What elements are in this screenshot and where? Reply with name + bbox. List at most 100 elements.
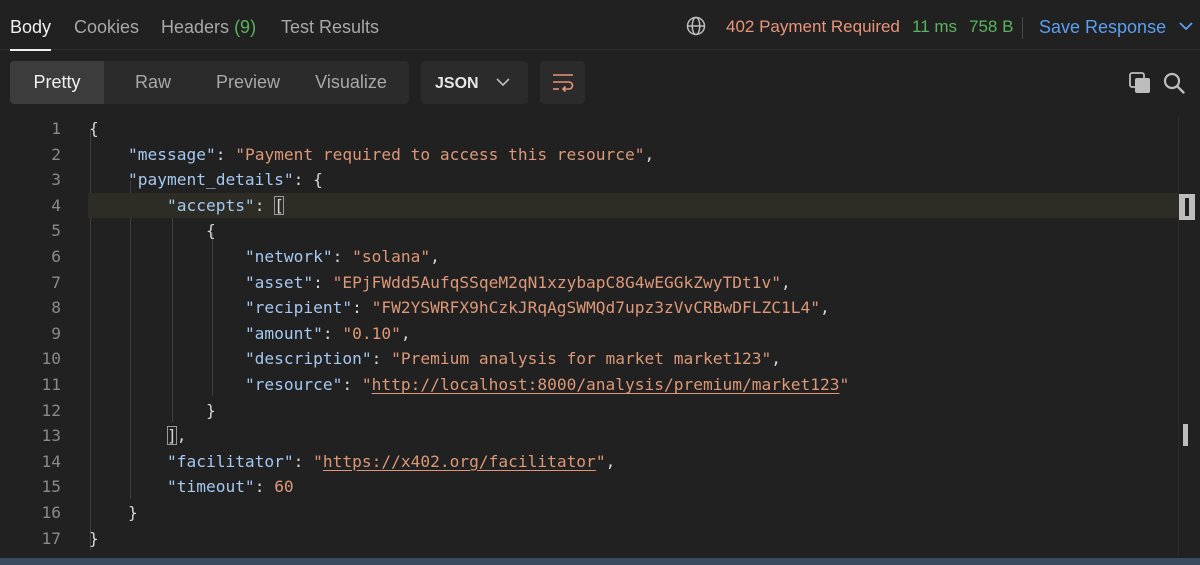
- line-number: 7: [51, 272, 61, 292]
- search-icon[interactable]: [1162, 71, 1186, 95]
- json-punctuation: :: [293, 451, 314, 471]
- code-text: "recipient": "FW2YSWRFX9hCzkJRqAgSWMQd7u…: [89, 295, 830, 321]
- json-punctuation: ,: [780, 272, 791, 292]
- code-text: "description": "Premium analysis for mar…: [89, 346, 781, 372]
- code-line: 3 "payment_details": {: [0, 167, 1178, 193]
- code-line: 5 {: [0, 218, 1178, 244]
- json-number: 60: [274, 477, 294, 497]
- json-punctuation: : {: [293, 170, 323, 190]
- code-text: "asset": "EPjFWdd5AufqSSqeM2qN1xzybapC8G…: [89, 270, 791, 296]
- wrap-lines-icon: [553, 74, 574, 92]
- json-string: ": [839, 375, 850, 394]
- format-select-value: JSON: [435, 75, 479, 92]
- json-punctuation: [89, 196, 167, 215]
- json-key: "asset": [244, 272, 314, 292]
- bracket-match: [: [274, 195, 284, 215]
- json-punctuation: }: [89, 503, 138, 522]
- json-punctuation: :: [313, 272, 333, 292]
- code-line: 4 "accepts": [: [51, 192, 1178, 219]
- save-response-label: Save Response: [1039, 17, 1167, 37]
- code-text: "network": "solana",: [89, 244, 440, 270]
- json-string: "EPjFWdd5AufqSSqeM2qN1xzybapC8G4wEGGkZwy…: [332, 272, 781, 292]
- json-punctuation: [89, 452, 167, 471]
- json-string: ": [595, 451, 606, 471]
- code-line: 2 "message": "Payment required to access…: [0, 142, 1178, 168]
- json-punctuation: :: [254, 195, 275, 215]
- json-punctuation: ,: [176, 426, 187, 446]
- chevron-down-icon: [496, 78, 510, 87]
- code-text: "timeout": 60: [89, 474, 294, 500]
- code-text: {: [89, 218, 216, 244]
- json-key: "facilitator": [166, 451, 294, 471]
- code-line: 1{: [0, 116, 1178, 142]
- json-key: "payment_details": [127, 170, 294, 190]
- code-line: 17}: [0, 526, 1178, 552]
- json-punctuation: :: [322, 323, 343, 343]
- divider: [1022, 17, 1023, 39]
- code-text: "facilitator": "https://x402.org/facilit…: [89, 449, 615, 475]
- save-response-button[interactable]: Save Response: [1039, 0, 1193, 50]
- code-text: }: [89, 526, 99, 552]
- format-select[interactable]: JSON: [421, 61, 528, 104]
- json-punctuation: [89, 273, 245, 292]
- json-punctuation: [89, 426, 167, 445]
- json-link[interactable]: http://localhost:8000/analysis/premium/m…: [372, 375, 840, 394]
- code-text: ],: [89, 423, 186, 449]
- view-pretty-button[interactable]: Pretty: [10, 61, 104, 104]
- json-punctuation: {: [89, 119, 99, 138]
- code-line: 14 "facilitator": "https://x402.org/faci…: [0, 449, 1178, 475]
- line-number: 14: [41, 451, 62, 471]
- line-number: 3: [51, 170, 61, 190]
- json-punctuation: [89, 349, 245, 368]
- code-text: }: [89, 500, 138, 526]
- line-number: 17: [41, 528, 62, 548]
- json-punctuation: [89, 170, 128, 189]
- chevron-down-icon: [1179, 22, 1193, 31]
- code-line: 12 }: [0, 398, 1178, 424]
- response-time[interactable]: 11 ms: [912, 0, 957, 54]
- view-preview-button[interactable]: Preview: [198, 61, 298, 104]
- line-number: 2: [51, 144, 61, 164]
- json-punctuation: :: [342, 375, 362, 394]
- scrollbar-marker[interactable]: [1183, 424, 1188, 446]
- code-text: "amount": "0.10",: [89, 321, 411, 347]
- json-string: "FW2YSWRFX9hCzkJRqAgSWMQd7upz3zVvCRBwDFL…: [371, 298, 820, 318]
- json-punctuation: ,: [771, 349, 781, 369]
- response-size[interactable]: 758 B: [969, 0, 1013, 54]
- line-number: 8: [51, 298, 61, 318]
- status-code[interactable]: 402 Payment Required: [726, 0, 900, 54]
- json-string: ": [361, 375, 372, 394]
- json-string: "Payment required to access this resourc…: [235, 144, 645, 164]
- code-text: "message": "Payment required to access t…: [89, 142, 654, 168]
- code-line: 7 "asset": "EPjFWdd5AufqSSqeM2qN1xzybapC…: [0, 270, 1178, 296]
- code-line: 8 "recipient": "FW2YSWRFX9hCzkJRqAgSWMQd…: [0, 295, 1178, 321]
- json-punctuation: :: [371, 349, 392, 369]
- json-punctuation: }: [89, 400, 216, 420]
- code-line: 15 "timeout": 60: [0, 474, 1178, 500]
- json-key: "amount": [244, 323, 323, 343]
- line-number: 10: [41, 349, 62, 369]
- json-string: "Premium analysis for market market123": [391, 349, 772, 369]
- response-tab-bar: Body Cookies Headers (9) Test Results 40…: [0, 0, 1200, 51]
- json-punctuation: {: [89, 221, 216, 241]
- json-punctuation: [89, 477, 167, 496]
- line-number: 13: [41, 426, 62, 446]
- view-visualize-button[interactable]: Visualize: [300, 61, 402, 104]
- copy-icon[interactable]: [1128, 71, 1152, 95]
- code-line: 6 "network": "solana",: [0, 244, 1178, 270]
- code-line: 9 "amount": "0.10",: [0, 321, 1178, 347]
- view-mode-group: Pretty Raw Preview Visualize: [10, 61, 409, 104]
- view-raw-button[interactable]: Raw: [108, 61, 198, 104]
- scrollbar-thumb[interactable]: [1179, 194, 1195, 220]
- json-punctuation: :: [215, 144, 236, 164]
- json-link[interactable]: https://x402.org/facilitator: [323, 452, 596, 471]
- json-punctuation: ,: [819, 298, 830, 318]
- code-text: }: [89, 398, 216, 424]
- code-text: "resource": "http://localhost:8000/analy…: [89, 372, 849, 398]
- json-string: "0.10": [342, 323, 401, 343]
- line-number: 16: [41, 503, 62, 522]
- wrap-lines-button[interactable]: [540, 61, 585, 104]
- line-number: 9: [51, 323, 61, 343]
- json-punctuation: ,: [605, 451, 616, 471]
- response-body-editor[interactable]: 1{2 "message": "Payment required to acce…: [0, 116, 1200, 560]
